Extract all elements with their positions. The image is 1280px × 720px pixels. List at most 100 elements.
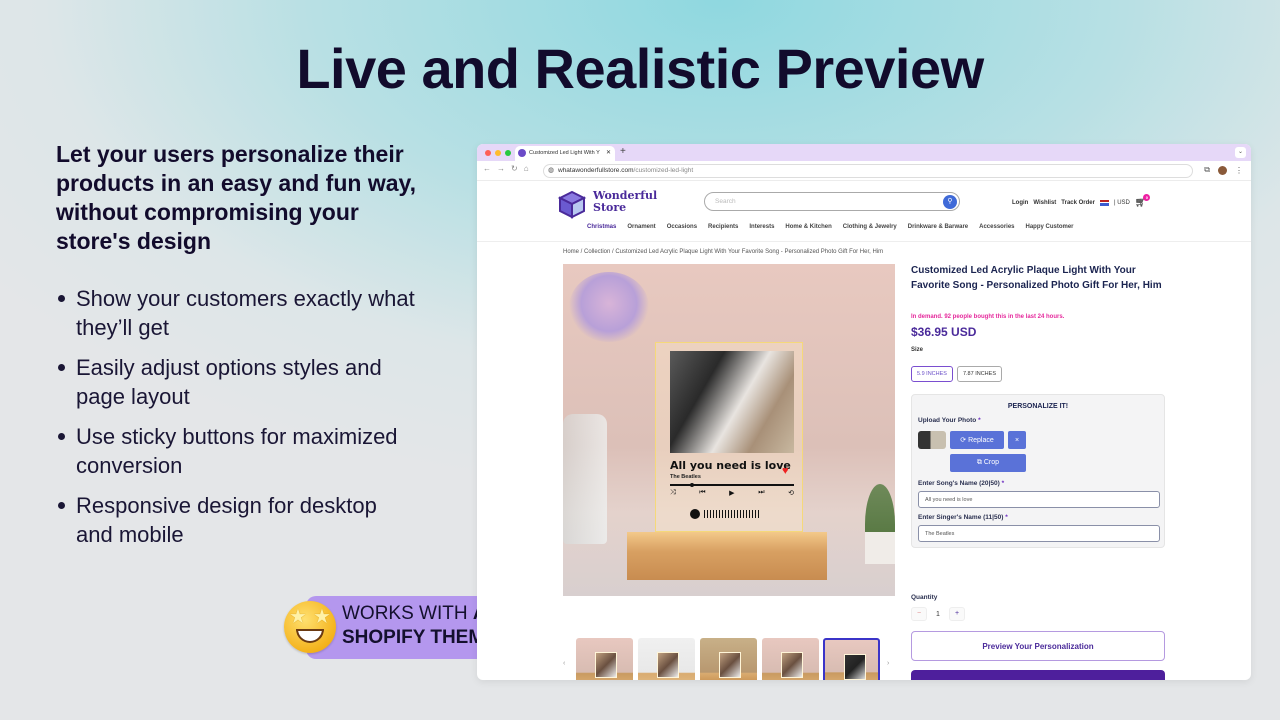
breadcrumb[interactable]: Home / Collection / Customized Led Acryl… [563, 249, 883, 255]
thumbnail[interactable] [638, 638, 695, 680]
login-link[interactable]: Login [1012, 200, 1028, 206]
product-main-image[interactable]: All you need is love The Beatles ♥ ⤨ ⏮ ▶… [563, 264, 895, 596]
currency-selector[interactable]: | USD [1114, 200, 1130, 206]
increase-quantity-button[interactable]: + [949, 607, 965, 621]
thumb-prev-icon[interactable]: ‹ [563, 660, 565, 667]
close-tab-icon[interactable]: ✕ [606, 146, 611, 161]
progress-knob [690, 482, 694, 487]
track-order-link[interactable]: Track Order [1061, 200, 1095, 206]
back-icon[interactable]: ← [483, 164, 491, 173]
star-struck-emoji-icon: ★ ★ [284, 601, 336, 653]
cart-count-badge: 0 [1143, 194, 1151, 201]
profile-avatar[interactable] [1218, 165, 1227, 175]
thumbnail[interactable] [576, 638, 633, 680]
personalize-panel: PERSONALIZE IT! Upload Your Photo * ⟳ Re… [911, 394, 1165, 548]
nav-home-kitchen[interactable]: Home & Kitchen [785, 224, 831, 230]
heart-icon: ♥ [782, 465, 789, 477]
size-label: Size [911, 347, 924, 353]
replace-photo-button[interactable]: ⟳ Replace [950, 431, 1004, 449]
category-nav: Christmas Ornament Occasions Recipients … [587, 224, 1074, 230]
search-icon[interactable]: ⚲ [943, 194, 957, 209]
thumb-next-icon[interactable]: › [887, 660, 889, 667]
plant-decoration [865, 484, 895, 564]
couple-photo [670, 351, 794, 453]
quantity-stepper: − 1 + [911, 607, 965, 621]
upload-label: Upload Your Photo * [918, 417, 981, 424]
product-price: $36.95 USD [911, 325, 977, 339]
nav-happy-customer[interactable]: Happy Customer [1026, 224, 1074, 230]
nav-clothing-jewelry[interactable]: Clothing & Jewelry [843, 224, 897, 230]
add-to-cart-button[interactable]: ADD TO CART [911, 670, 1165, 680]
song-name-input[interactable] [918, 491, 1160, 508]
decrease-quantity-button[interactable]: − [911, 607, 927, 621]
product-title: Customized Led Acrylic Plaque Light With… [911, 265, 1162, 291]
store-logo-icon[interactable] [556, 187, 588, 219]
new-tab-icon[interactable]: + [620, 146, 626, 157]
nav-occasions[interactable]: Occasions [667, 224, 697, 230]
crop-photo-button[interactable]: ⧉ Crop [950, 454, 1026, 472]
search-placeholder: Search [715, 198, 736, 205]
personalize-title: PERSONALIZE IT! [1007, 403, 1069, 410]
url-field[interactable]: ◍ whatawonderfullstore.com/customized-le… [543, 164, 1193, 178]
quantity-label: Quantity [911, 594, 938, 601]
window-controls[interactable] [485, 150, 511, 156]
forward-icon[interactable]: → [497, 164, 505, 173]
cart-icon[interactable]: 🛒︎ 0 [1135, 194, 1151, 208]
search-input[interactable]: Search ⚲ [704, 192, 960, 211]
tab-bar: Customized Led Light With Y ✕ + ⌄ [477, 144, 1251, 161]
refresh-icon: ⟳ [960, 437, 969, 444]
flower-decoration [569, 272, 649, 342]
store-favicon-icon [518, 149, 526, 157]
wooden-base [627, 532, 827, 580]
store-brand[interactable]: Wonderful Store [593, 190, 657, 214]
size-option-7-87[interactable]: 7.87 INCHES [956, 366, 1002, 382]
site-info-icon[interactable]: ◍ [548, 165, 554, 177]
tab-list-chevron-icon[interactable]: ⌄ [1235, 147, 1246, 158]
acrylic-plaque-preview: All you need is love The Beatles ♥ ⤨ ⏮ ▶… [655, 342, 803, 532]
browser-tab[interactable]: Customized Led Light With Y ✕ [515, 146, 615, 161]
feature-item: Use sticky buttons for maximized convers… [56, 422, 416, 480]
quantity-value[interactable]: 1 [927, 611, 949, 618]
nav-drinkware-barware[interactable]: Drinkware & Barware [908, 224, 968, 230]
feature-item: Show your customers exactly what they’ll… [56, 284, 416, 342]
size-option-5-9[interactable]: 5.9 INCHES [911, 366, 953, 382]
preview-artist: The Beatles [670, 474, 701, 480]
thumbnail[interactable] [762, 638, 819, 680]
home-icon[interactable]: ⌂ [524, 164, 529, 173]
wishlist-link[interactable]: Wishlist [1033, 200, 1056, 206]
preview-song-title: All you need is love [670, 459, 791, 472]
demand-notice: In demand. 92 people bought this in the … [911, 314, 1065, 320]
song-name-label: Enter Song's Name (20|50) * [918, 480, 1005, 487]
nav-recipients[interactable]: Recipients [708, 224, 738, 230]
feature-item: Easily adjust options styles and page la… [56, 353, 416, 411]
thumbnail[interactable] [700, 638, 757, 680]
badge-text: WORKS WITH [342, 603, 473, 624]
repeat-icon: ⟲ [788, 490, 794, 497]
us-flag-icon[interactable] [1099, 199, 1109, 206]
nav-interests[interactable]: Interests [749, 224, 774, 230]
singer-name-label: Enter Singer's Name (11|50) * [918, 514, 1008, 521]
spotify-icon [690, 509, 700, 519]
size-options: 5.9 INCHES 7.87 INCHES [911, 366, 1002, 382]
browser-window: Customized Led Light With Y ✕ + ⌄ ← → ↻ … [477, 144, 1251, 680]
spotify-code [704, 510, 759, 518]
reload-icon[interactable]: ↻ [511, 164, 518, 173]
nav-accessories[interactable]: Accessories [979, 224, 1014, 230]
brand-line: Store [593, 201, 627, 214]
nav-ornament[interactable]: Ornament [627, 224, 655, 230]
url-path: /customized-led-light [633, 167, 694, 174]
crop-icon: ⧉ [976, 459, 984, 466]
thumbnail-strip: ‹ › [563, 636, 895, 680]
singer-name-input[interactable] [918, 525, 1160, 542]
menu-kebab-icon[interactable]: ⋮ [1235, 166, 1243, 175]
uploaded-photo-thumbnail [918, 431, 946, 449]
remove-photo-button[interactable]: × [1008, 431, 1026, 449]
preview-personalization-button[interactable]: Preview Your Personalization [911, 631, 1165, 661]
vase-decoration [563, 414, 607, 544]
thumbnail-selected[interactable] [823, 638, 880, 680]
address-bar: ← → ↻ ⌂ ◍ whatawonderfullstore.com/custo… [477, 161, 1251, 181]
headline: Live and Realistic Preview [296, 37, 984, 100]
extensions-icon[interactable]: ⧉ [1204, 165, 1210, 175]
next-icon: ⏭ [758, 489, 765, 496]
nav-christmas[interactable]: Christmas [587, 224, 616, 230]
